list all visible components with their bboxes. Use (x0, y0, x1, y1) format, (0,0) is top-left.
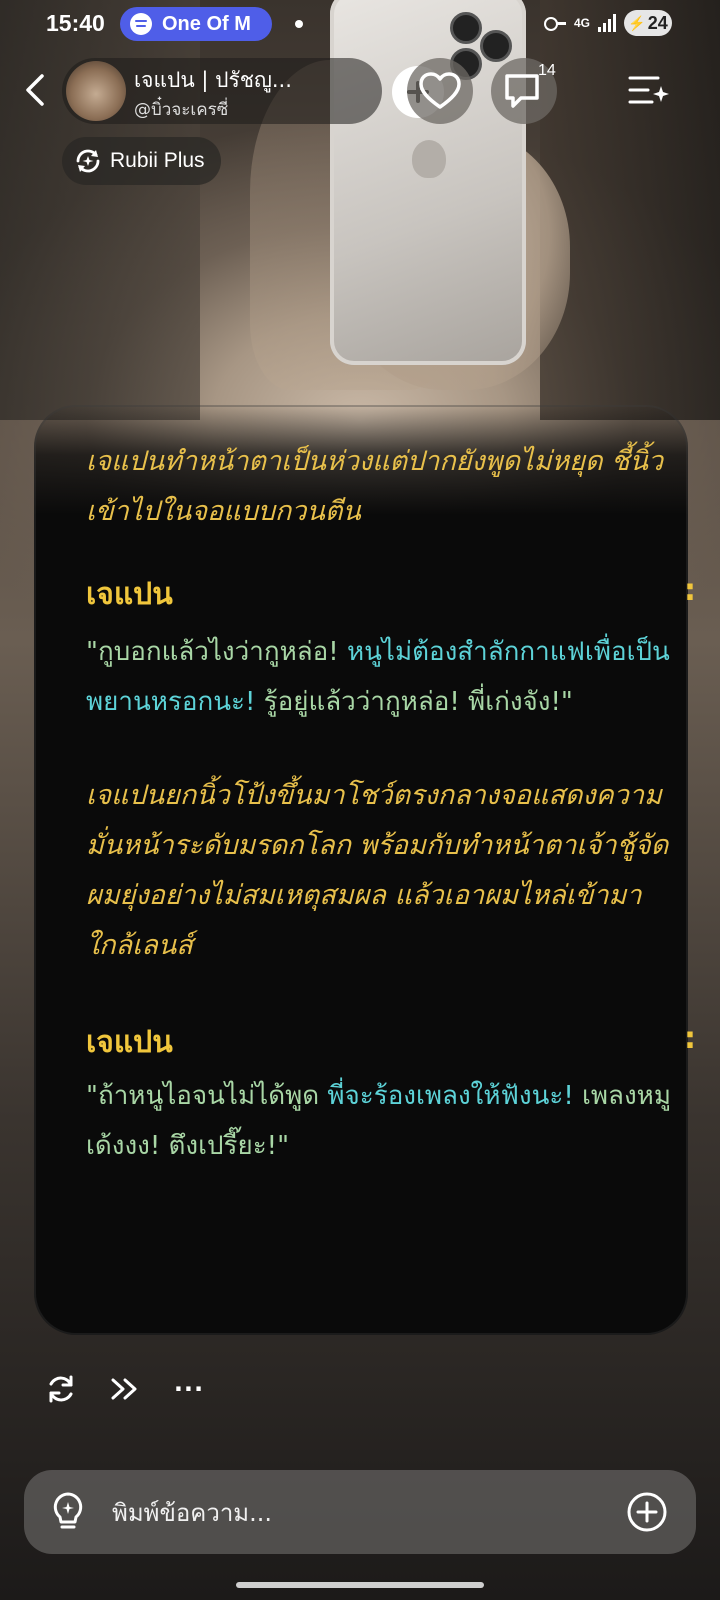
home-indicator[interactable] (236, 1582, 484, 1588)
speaker-row: เจแปน : (86, 1011, 696, 1069)
avatar[interactable] (66, 61, 126, 121)
like-button[interactable] (407, 58, 473, 124)
comment-count-badge: 14 (538, 62, 556, 79)
speaker-row: เจแปน : (86, 563, 696, 621)
spotify-icon (130, 13, 152, 35)
speaker-name: เจแปน (86, 1025, 173, 1060)
back-icon[interactable] (18, 70, 58, 110)
more-options-icon[interactable]: ··· (172, 1372, 206, 1406)
message-input[interactable] (110, 1488, 614, 1538)
media-title: One Of M (162, 12, 251, 35)
rubii-plus-icon (76, 149, 100, 173)
character-name: เจแปน | ปรัชญู... (134, 68, 292, 92)
battery-indicator: ⚡ 24 (624, 10, 672, 36)
heart-icon (419, 72, 461, 109)
chat-message-card: เจแปนทำหน้าตาเป็นห่วงแต่ปากยังพูดไม่หยุด… (34, 405, 696, 1335)
lightbulb-icon[interactable] (48, 1490, 88, 1534)
charging-icon: ⚡ (628, 14, 646, 31)
vpn-key-icon (543, 16, 566, 31)
system-icons: 4G ⚡ 24 (543, 10, 672, 36)
menu-icon[interactable] (628, 70, 670, 112)
continue-icon[interactable] (108, 1372, 142, 1406)
message-composer (24, 1470, 696, 1554)
dialogue-text: "กูบอกแล้วไงว่ากูหล่อ! หนูไม่ต้องสำลักกา… (86, 627, 686, 727)
notification-dot (295, 20, 303, 28)
battery-level: 24 (647, 12, 668, 33)
dialogue-text: "ถ้าหนูไอจนไม่ได้พูด พี่จะร้องเพลงให้ฟัง… (86, 1071, 686, 1171)
dialogue-segment: รู้อยู่แล้วว่ากูหล่อ! พี่เก่งจัง!" (263, 687, 573, 717)
dialogue-segment: พี่จะร้องเพลงให้ฟังนะ! (327, 1081, 583, 1111)
speaker-name: เจแปน (86, 577, 173, 612)
creator-handle: @บิ๋วจะเครซี่ (134, 100, 229, 120)
dialogue-segment: "ถ้าหนูไอจนไม่ได้พูด (86, 1081, 328, 1111)
chat-header: เจแปน | ปรัชญู... @บิ๋วจะเครซี่ 14 (0, 56, 720, 126)
narration-text: เจแปนยกนิ้วโป้งขึ้นมาโชว์ตรงกลางจอแสดงคว… (86, 780, 669, 961)
network-type: 4G (573, 15, 590, 30)
rubii-plus-label: Rubii Plus (110, 149, 205, 172)
signal-icon (598, 14, 616, 32)
character-profile[interactable]: เจแปน | ปรัชญู... @บิ๋วจะเครซี่ (62, 58, 444, 124)
message-actions: ··· (44, 1372, 206, 1406)
rubii-plus-badge[interactable]: Rubii Plus (62, 137, 221, 185)
dialogue-segment: "กูบอกแล้วไงว่ากูหล่อ! (86, 637, 347, 667)
status-bar: 15:40 One Of M 4G ⚡ 24 (0, 0, 720, 48)
media-playing-pill[interactable]: One Of M (120, 7, 272, 41)
regenerate-icon[interactable] (44, 1372, 78, 1406)
status-time: 15:40 (46, 10, 105, 36)
narration-text: เจแปนทำหน้าตาเป็นห่วงแต่ปากยังพูดไม่หยุด… (86, 446, 664, 527)
plus-circle-icon[interactable] (626, 1491, 668, 1533)
speaker-options-icon[interactable]: : (684, 1021, 696, 1056)
speaker-options-icon[interactable]: : (684, 573, 696, 608)
